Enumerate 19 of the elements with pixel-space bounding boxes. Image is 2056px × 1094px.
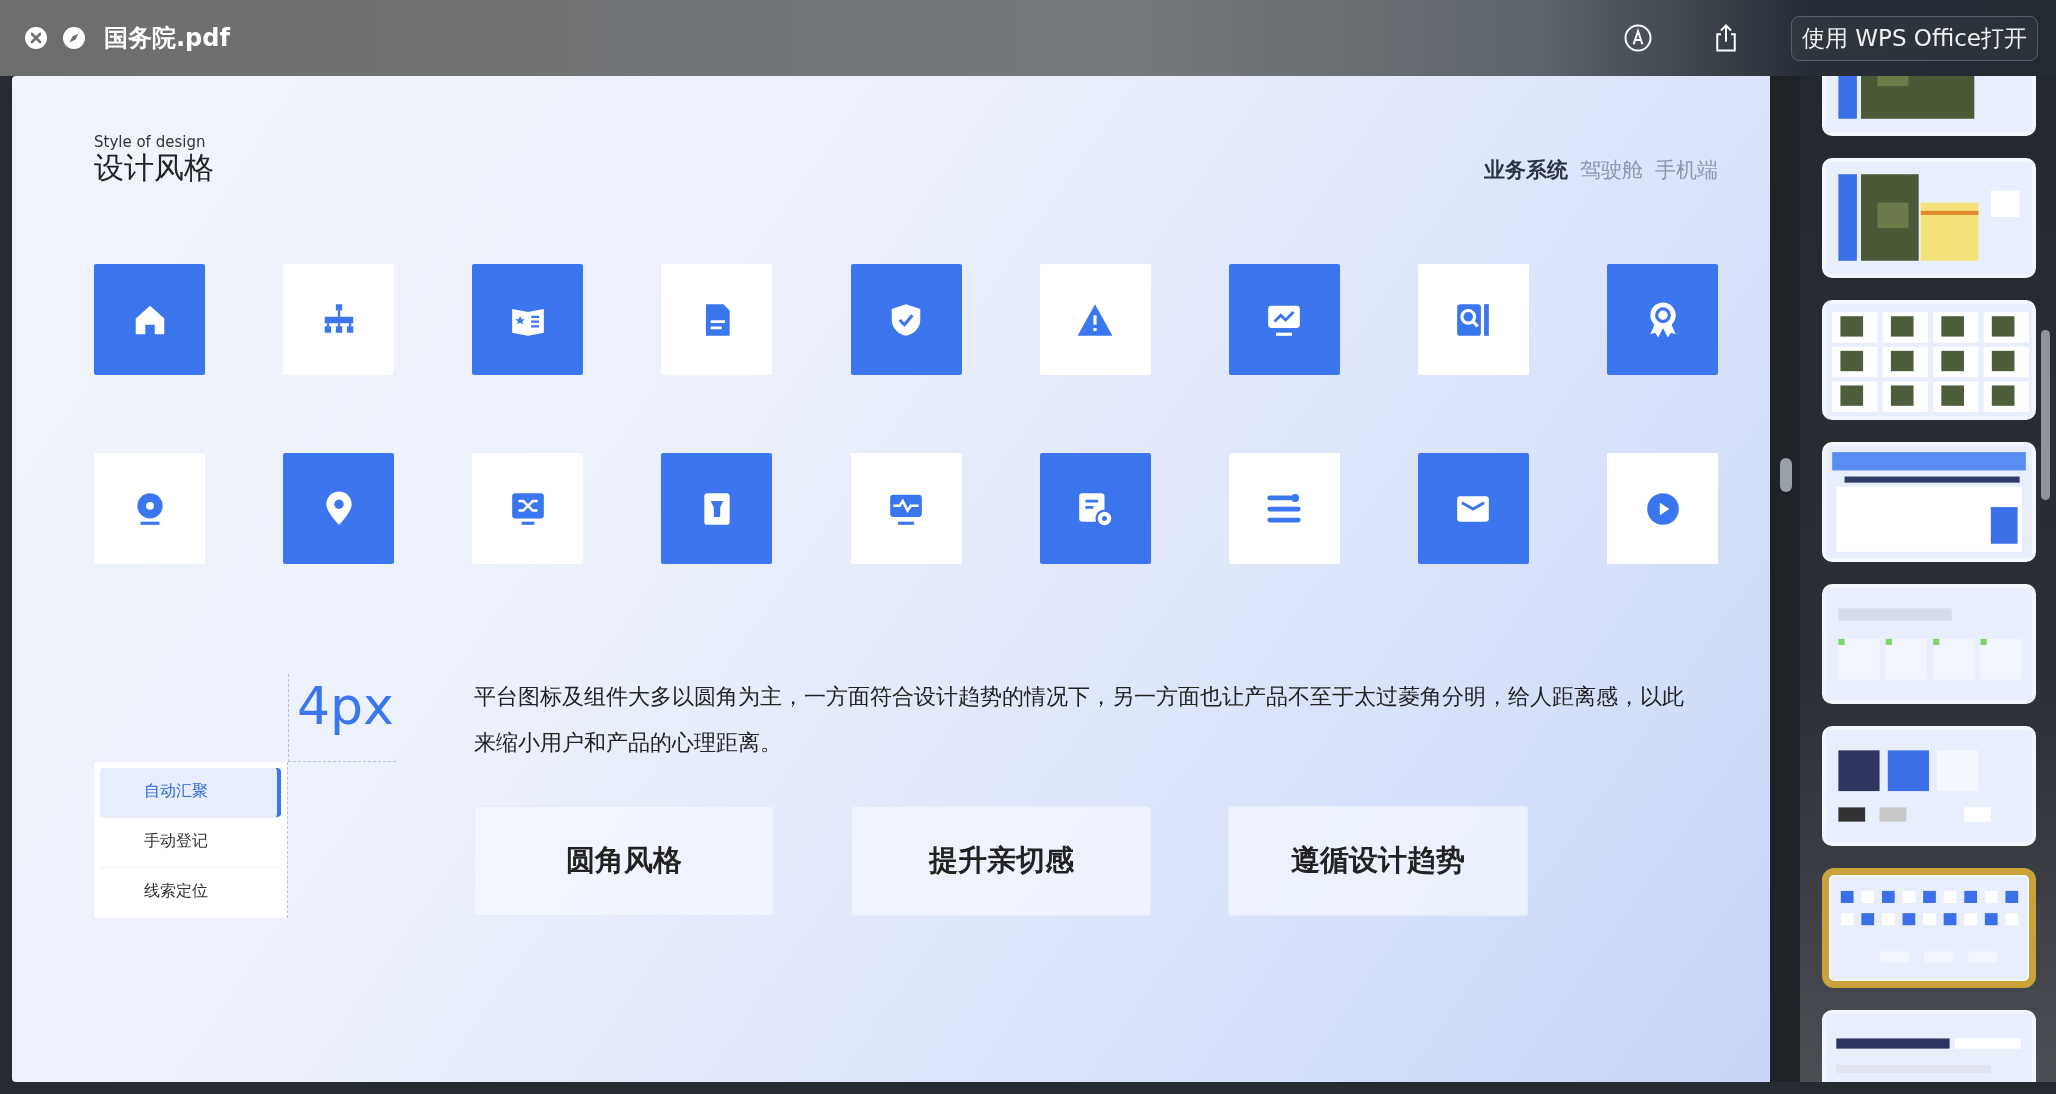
view-tab[interactable]: 业务系统 <box>1484 156 1568 184</box>
close-icon[interactable] <box>24 26 48 50</box>
page-thumbnail[interactable] <box>1822 868 2036 988</box>
scrollbar-thumb[interactable] <box>1780 458 1792 492</box>
feature-card: 遵循设计趋势 <box>1228 806 1528 916</box>
slide-subtitle: Style of design <box>94 134 207 150</box>
menu-item[interactable]: 手动登记 <box>100 818 281 869</box>
slide-title: 设计风格 <box>94 150 214 186</box>
menu-item[interactable]: 自动汇聚 <box>100 768 281 818</box>
thumbnail-scrollbar[interactable] <box>2041 330 2050 500</box>
menu-item[interactable]: 线索定位 <box>100 868 281 918</box>
radius-value: 4px <box>297 676 394 736</box>
open-in-app-button[interactable]: 使用 WPS Office打开 <box>1791 15 2038 61</box>
description-paragraph: 平台图标及组件大多以圆角为主，一方面符合设计趋势的情况下，另一方面也让产品不至于太过菱角分明，给人距离感，以此来缩小用户和产品的心理距离。 <box>474 683 1685 757</box>
compass-icon[interactable] <box>62 26 86 50</box>
markup-icon[interactable] <box>1623 23 1654 53</box>
feature-card: 提升亲切感 <box>851 806 1151 916</box>
window-title: 国务院.pdf <box>104 23 230 54</box>
feature-card: 圆角风格 <box>474 806 774 916</box>
